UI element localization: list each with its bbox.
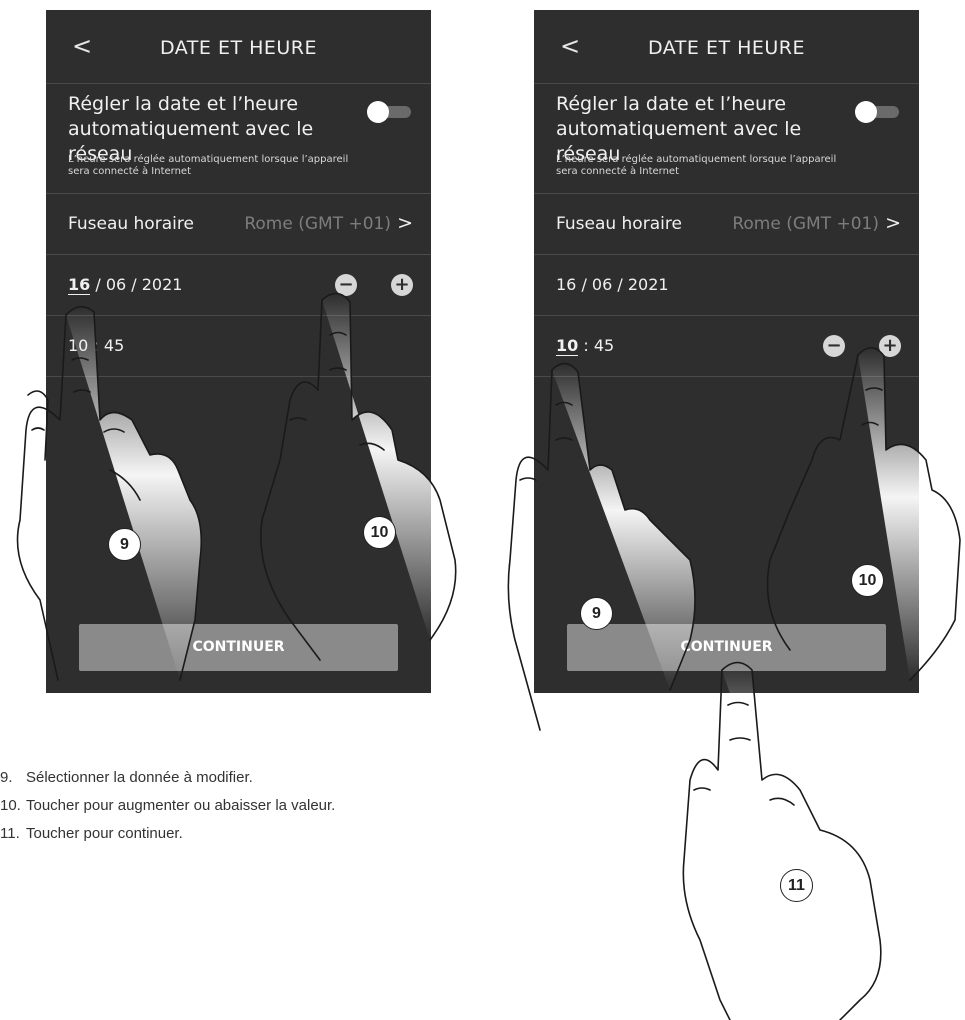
instructions-legend: 9. Sélectionner la donnée à modifier. 10.… <box>0 764 335 848</box>
auto-datetime-hint: L’heure sera réglée automatiquement lors… <box>68 154 349 177</box>
timezone-label: Fuseau horaire <box>556 214 682 234</box>
legend-number: 11. <box>0 825 20 842</box>
legend-item: 11. Toucher pour continuer. <box>0 820 335 848</box>
increment-button[interactable]: + <box>391 274 413 296</box>
legend-item: 10. Toucher pour augmenter ou abaisser la… <box>0 792 335 820</box>
date-day-field[interactable]: 16 <box>68 275 91 295</box>
time-hour-field[interactable]: 10 <box>68 336 88 355</box>
legend-text: Toucher pour continuer. <box>26 825 183 842</box>
timezone-row[interactable]: Fuseau horaire Rome (GMT +01) > <box>534 194 919 255</box>
decrement-button[interactable]: − <box>823 335 845 357</box>
toggle-knob <box>855 101 877 123</box>
timezone-label: Fuseau horaire <box>68 214 194 234</box>
date-row: 16 / 06 / 2021 − + <box>46 255 431 316</box>
header: < DATE ET HEURE <box>534 10 919 84</box>
page-title: DATE ET HEURE <box>159 37 318 59</box>
date-row: 16 / 06 / 2021 <box>534 255 919 316</box>
page-title: DATE ET HEURE <box>647 37 806 59</box>
auto-datetime-hint: L’heure sera réglée automatiquement lors… <box>556 154 837 177</box>
time-row: 10 : 45 − + <box>534 316 919 377</box>
auto-datetime-toggle[interactable] <box>855 101 899 123</box>
device-screen-left: < DATE ET HEURE Régler la date et l’heur… <box>46 10 431 693</box>
legend-text: Sélectionner la donnée à modifier. <box>26 769 253 786</box>
timezone-value: Rome (GMT +01) <box>732 214 879 234</box>
chevron-right-icon: > <box>397 212 413 234</box>
callout-11-right: 11 <box>780 869 813 902</box>
callout-9-left: 9 <box>108 528 141 561</box>
hand-11-right-screen <box>682 661 882 1020</box>
toggle-knob <box>367 101 389 123</box>
date-rest[interactable]: / 06 / 2021 <box>90 275 182 294</box>
time-rest[interactable]: : 45 <box>88 336 124 355</box>
time-rest[interactable]: : 45 <box>578 336 614 355</box>
header: < DATE ET HEURE <box>46 10 431 84</box>
continue-button[interactable]: CONTINUER <box>567 624 886 671</box>
date-rest[interactable]: / 06 / 2021 <box>576 275 668 294</box>
timezone-value: Rome (GMT +01) <box>244 214 391 234</box>
timezone-row[interactable]: Fuseau horaire Rome (GMT +01) > <box>46 194 431 255</box>
auto-datetime-setting: Régler la date et l’heure automatiquemen… <box>46 84 431 194</box>
time-row: 10 : 45 <box>46 316 431 377</box>
chevron-right-icon: > <box>885 212 901 234</box>
legend-number: 9. <box>0 769 13 786</box>
auto-datetime-setting: Régler la date et l’heure automatiquemen… <box>534 84 919 194</box>
date-day-field[interactable]: 16 <box>556 275 576 294</box>
legend-number: 10. <box>0 797 21 814</box>
time-hour-field[interactable]: 10 <box>556 336 579 356</box>
continue-button[interactable]: CONTINUER <box>79 624 398 671</box>
legend-item: 9. Sélectionner la donnée à modifier. <box>0 764 335 792</box>
auto-datetime-toggle[interactable] <box>367 101 411 123</box>
callout-9-right: 9 <box>580 597 613 630</box>
increment-button[interactable]: + <box>879 335 901 357</box>
callout-10-left: 10 <box>363 516 396 549</box>
callout-10-right: 10 <box>851 564 884 597</box>
decrement-button[interactable]: − <box>335 274 357 296</box>
legend-text: Toucher pour augmenter ou abaisser la va… <box>26 797 336 814</box>
